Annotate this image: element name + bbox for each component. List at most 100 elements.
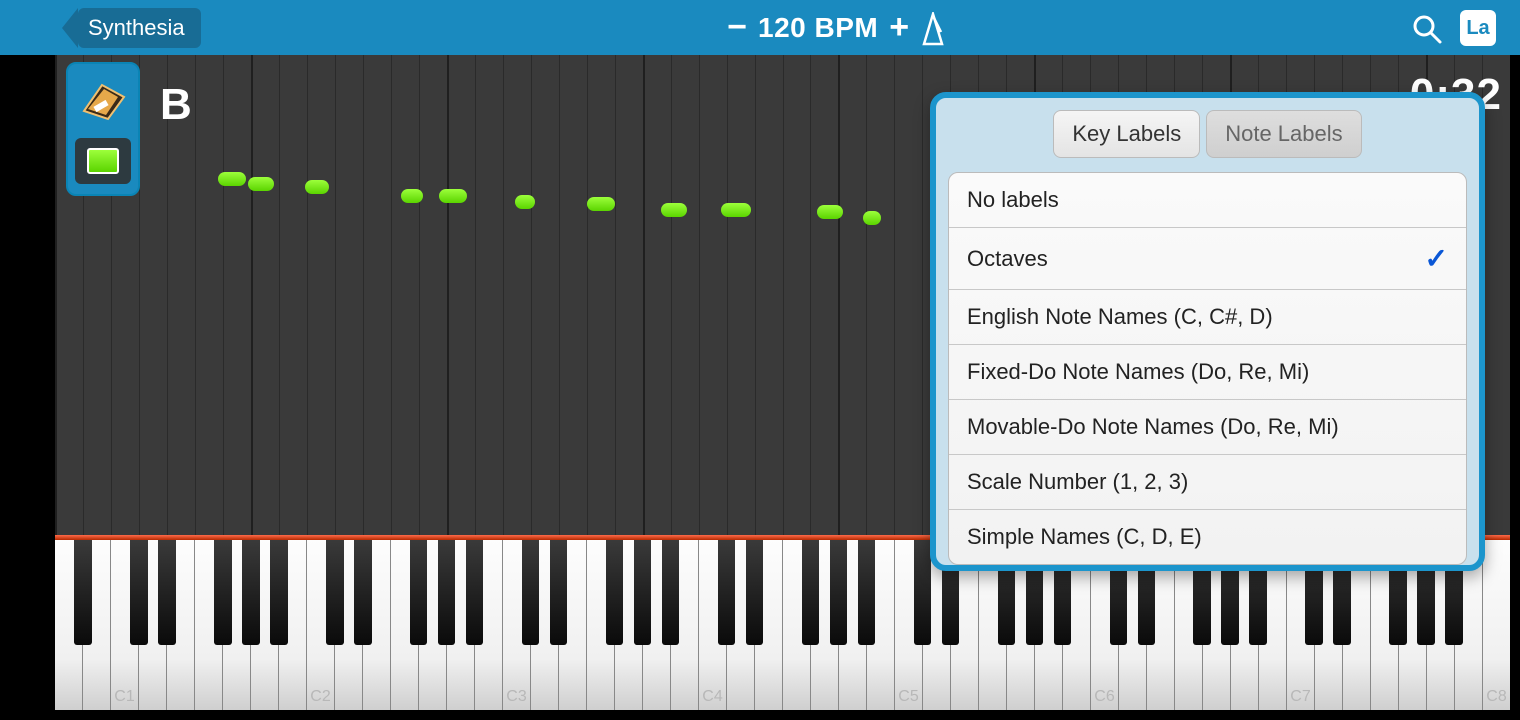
grid-line	[559, 55, 560, 535]
label-option[interactable]: Fixed-Do Note Names (Do, Re, Mi)	[949, 345, 1466, 400]
black-key[interactable]	[74, 540, 91, 645]
track-color-button[interactable]	[75, 138, 131, 184]
falling-note	[661, 203, 687, 217]
label-option-text: Fixed-Do Note Names (Do, Re, Mi)	[967, 359, 1309, 385]
label-option[interactable]: Octaves ✓	[949, 228, 1466, 290]
falling-note	[248, 177, 274, 191]
tempo-control: − 120 BPM +	[720, 0, 916, 55]
black-key[interactable]	[914, 540, 931, 645]
labels-popup: Key Labels Note Labels No labels Octaves ✓…	[930, 92, 1485, 571]
color-swatch-icon	[87, 148, 119, 174]
tempo-minus-button[interactable]: −	[720, 8, 754, 47]
instrument-sidebar	[66, 62, 140, 196]
grid-line	[531, 55, 532, 535]
black-key[interactable]	[634, 540, 651, 645]
black-key[interactable]	[522, 540, 539, 645]
popup-tab-row: Key Labels Note Labels	[948, 110, 1467, 158]
letterbox-left	[0, 0, 55, 720]
black-key[interactable]	[718, 540, 735, 645]
black-key[interactable]	[662, 540, 679, 645]
black-key[interactable]	[466, 540, 483, 645]
tab-key-labels[interactable]: Key Labels	[1053, 110, 1200, 158]
labels-toggle-button[interactable]: La	[1460, 10, 1496, 46]
falling-note	[401, 189, 423, 203]
grid-line	[810, 55, 811, 535]
octave-label: C1	[114, 688, 134, 706]
check-icon: ✓	[1425, 242, 1448, 275]
grid-line	[391, 55, 392, 535]
grid-line	[475, 55, 476, 535]
black-key[interactable]	[746, 540, 763, 645]
black-key[interactable]	[354, 540, 371, 645]
grid-line	[671, 55, 672, 535]
tempo-plus-button[interactable]: +	[882, 8, 916, 47]
app-title: Synthesia	[88, 15, 185, 41]
label-option[interactable]: English Note Names (C, C#, D)	[949, 290, 1466, 345]
black-key[interactable]	[550, 540, 567, 645]
labels-toggle-text: La	[1466, 17, 1489, 40]
octave-label: C5	[898, 688, 918, 706]
search-icon[interactable]	[1410, 12, 1444, 51]
instrument-piano-button[interactable]	[75, 72, 131, 128]
label-option-text: No labels	[967, 187, 1059, 213]
tab-note-labels[interactable]: Note Labels	[1206, 110, 1361, 158]
grid-line	[251, 55, 253, 535]
label-option-text: Octaves	[967, 246, 1048, 272]
falling-note	[721, 203, 751, 217]
grid-line	[195, 55, 196, 535]
grid-line	[587, 55, 588, 535]
label-option[interactable]: No labels	[949, 173, 1466, 228]
black-key[interactable]	[130, 540, 147, 645]
grid-line	[419, 55, 420, 535]
falling-note	[587, 197, 615, 211]
grid-line	[838, 55, 840, 535]
black-key[interactable]	[270, 540, 287, 645]
falling-note	[218, 172, 246, 186]
octave-label: C2	[310, 688, 330, 706]
grid-line	[447, 55, 449, 535]
grid-line	[755, 55, 756, 535]
label-option-text: Movable-Do Note Names (Do, Re, Mi)	[967, 414, 1339, 440]
black-key[interactable]	[158, 540, 175, 645]
grid-line	[866, 55, 867, 535]
label-option-text: Simple Names (C, D, E)	[967, 524, 1202, 550]
label-option[interactable]: Scale Number (1, 2, 3)	[949, 455, 1466, 510]
falling-note	[439, 189, 467, 203]
black-key[interactable]	[410, 540, 427, 645]
metronome-icon[interactable]	[918, 12, 948, 51]
top-bar: Synthesia − 120 BPM + La	[0, 0, 1520, 55]
grid-line	[279, 55, 280, 535]
grid-line	[363, 55, 364, 535]
tab-note-labels-text: Note Labels	[1225, 121, 1342, 146]
label-option[interactable]: Movable-Do Note Names (Do, Re, Mi)	[949, 400, 1466, 455]
falling-note	[863, 211, 881, 225]
label-option-text: Scale Number (1, 2, 3)	[967, 469, 1188, 495]
grid-line	[922, 55, 923, 535]
black-key[interactable]	[438, 540, 455, 645]
grid-line	[223, 55, 224, 535]
tab-key-labels-text: Key Labels	[1072, 121, 1181, 146]
black-key[interactable]	[830, 540, 847, 645]
black-key[interactable]	[326, 540, 343, 645]
octave-label: C4	[702, 688, 722, 706]
grid-line	[727, 55, 728, 535]
octave-label: C7	[1290, 688, 1310, 706]
black-key[interactable]	[214, 540, 231, 645]
back-button[interactable]: Synthesia	[78, 8, 201, 48]
letterbox-right	[1510, 0, 1520, 720]
grid-line	[643, 55, 645, 535]
black-key[interactable]	[858, 540, 875, 645]
black-key[interactable]	[606, 540, 623, 645]
grid-line	[699, 55, 700, 535]
black-key[interactable]	[802, 540, 819, 645]
tempo-value: 120 BPM	[754, 12, 882, 44]
label-option[interactable]: Simple Names (C, D, E)	[949, 510, 1466, 564]
grid-line	[615, 55, 616, 535]
grid-line	[307, 55, 308, 535]
label-options-list: No labels Octaves ✓ English Note Names (C, …	[948, 172, 1467, 565]
grid-line	[503, 55, 504, 535]
falling-note	[305, 180, 329, 194]
black-key[interactable]	[242, 540, 259, 645]
grid-line	[55, 55, 57, 535]
grid-line	[783, 55, 784, 535]
